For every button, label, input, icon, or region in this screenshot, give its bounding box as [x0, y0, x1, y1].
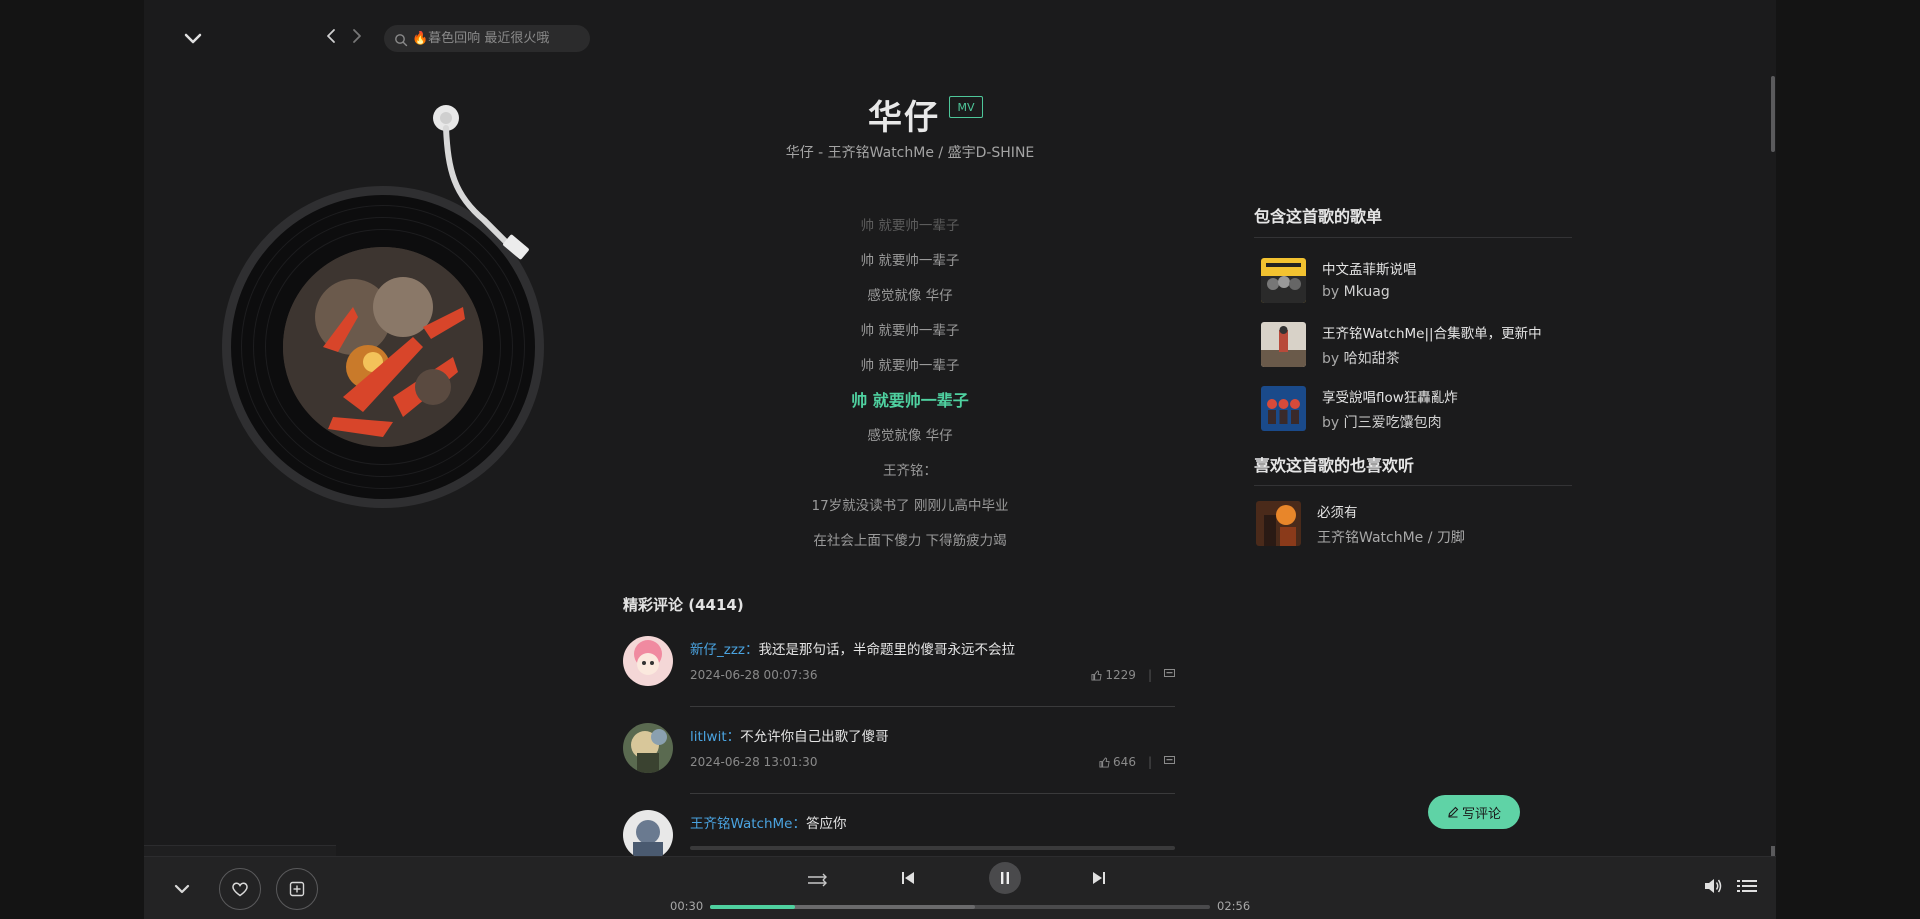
- action-divider: |: [1147, 668, 1152, 682]
- comment-text: 不允许你自己出歌了傻哥: [740, 729, 889, 745]
- playlist-author[interactable]: 门三爱吃馕包肉: [1344, 415, 1442, 431]
- comment-username[interactable]: 王齐铭WatchMe：: [690, 816, 806, 832]
- album-cover: [283, 247, 483, 447]
- playlist-author[interactable]: Mkuag: [1344, 284, 1390, 300]
- progress-fill: [710, 905, 795, 909]
- playlist-cover: [1261, 322, 1306, 367]
- lyric-line[interactable]: 帅 就要帅一辈子: [724, 215, 1096, 250]
- playlist-item[interactable]: 王齐铭WatchMe||合集歌单，更新中 by 哈如甜茶: [1261, 320, 1561, 368]
- lyric-line[interactable]: 王齐铭：: [724, 460, 1096, 495]
- song-title: 华仔: [868, 98, 940, 138]
- lyric-line[interactable]: 17岁就没读书了 刚刚儿高中毕业: [724, 495, 1096, 530]
- similar-title: 喜欢这首歌的也喜欢听: [1254, 456, 1415, 475]
- current-lyric-line[interactable]: 帅 就要帅一辈子: [724, 390, 1096, 425]
- write-comment-button[interactable]: 写评论: [1428, 795, 1520, 829]
- pause-button[interactable]: [989, 862, 1021, 894]
- comment-divider: [690, 706, 1175, 707]
- previous-track-icon[interactable]: [901, 871, 915, 885]
- pause-icon: [1001, 872, 1009, 884]
- by-prefix: by: [1322, 284, 1340, 300]
- pencil-icon: [1448, 806, 1459, 818]
- song-name: 必须有: [1317, 505, 1358, 521]
- search-box[interactable]: [384, 25, 590, 52]
- song-artist[interactable]: 王齐铭WatchMe / 刀脚: [1317, 527, 1465, 547]
- lyric-line[interactable]: 帅 就要帅一辈子: [724, 320, 1096, 355]
- current-time: 00:30: [670, 899, 704, 913]
- reply-icon[interactable]: [1164, 755, 1175, 769]
- playlist-queue-icon[interactable]: [1736, 877, 1758, 895]
- thumbs-up-icon: [1091, 669, 1103, 681]
- like-button[interactable]: 646: [1099, 755, 1136, 769]
- playlist-item[interactable]: 享受說唱flow狂轟亂炸 by 门三爱吃馕包肉: [1261, 384, 1561, 432]
- reply-icon[interactable]: [1164, 668, 1175, 682]
- like-count: 1229: [1105, 668, 1136, 682]
- avatar[interactable]: [623, 636, 673, 686]
- like-button[interactable]: 1229: [1091, 668, 1136, 682]
- collapse-chevron-icon[interactable]: [180, 26, 206, 50]
- player-bar: 00:30 02:56: [144, 856, 1776, 919]
- lyrics-panel: 帅 就要帅一辈子帅 就要帅一辈子 感觉就像 华仔帅 就要帅一辈子帅 就要帅一辈子帅…: [724, 215, 1096, 565]
- action-divider: |: [1147, 755, 1152, 769]
- heart-icon: [232, 882, 248, 897]
- lyric-line[interactable]: 感觉就像 华仔: [724, 425, 1096, 460]
- nav-back-icon[interactable]: [324, 26, 340, 46]
- lyric-line[interactable]: 帅 就要帅一辈子: [724, 250, 1096, 285]
- add-to-playlist-button[interactable]: [276, 868, 318, 910]
- thumbs-up-icon: [1099, 756, 1110, 768]
- similar-divider: [1254, 485, 1572, 486]
- by-prefix: by: [1322, 351, 1340, 367]
- search-icon: [394, 32, 408, 46]
- shuffle-icon[interactable]: [807, 872, 829, 888]
- comment-divider: [690, 846, 1175, 850]
- next-track-icon[interactable]: [1092, 871, 1106, 885]
- add-square-icon: [289, 881, 305, 897]
- vinyl-disc: [222, 186, 544, 508]
- scrollbar-thumb[interactable]: [1771, 76, 1775, 152]
- comment-text: 我还是那句话，半命题里的傻哥永远不会拉: [758, 642, 1016, 658]
- progress-bar[interactable]: [710, 905, 1210, 909]
- lyric-line[interactable]: 帅 就要帅一辈子: [724, 355, 1096, 390]
- total-time: 02:56: [1217, 899, 1251, 913]
- playlist-name: 王齐铭WatchMe||合集歌单，更新中: [1322, 326, 1542, 342]
- by-prefix: by: [1322, 415, 1340, 431]
- avatar[interactable]: [623, 723, 673, 773]
- comment-time: 2024-06-28 00:07:36: [690, 668, 818, 682]
- playlist-author-line: by Mkuag: [1322, 284, 1390, 300]
- search-input[interactable]: [412, 31, 582, 46]
- nav-forward-icon[interactable]: [349, 26, 365, 46]
- playlist-author-line: by 哈如甜茶: [1322, 348, 1400, 368]
- volume-icon[interactable]: [1703, 877, 1723, 895]
- lyric-line[interactable]: 在社会上面下傻力 下得筋疲力竭: [724, 530, 1096, 565]
- playlists-divider: [1254, 237, 1572, 238]
- playlist-cover: [1261, 386, 1306, 431]
- mv-badge[interactable]: MV: [949, 96, 983, 118]
- like-song-button[interactable]: [219, 868, 261, 910]
- chevron-down-icon[interactable]: [172, 879, 192, 899]
- comment-text: 答应你: [805, 816, 847, 832]
- like-count: 646: [1113, 755, 1136, 769]
- playlist-name: 中文孟菲斯说唱: [1322, 262, 1417, 278]
- playlist-name: 享受說唱flow狂轟亂炸: [1322, 390, 1458, 406]
- scrollbar-end: [1771, 846, 1775, 856]
- playlist-author[interactable]: 哈如甜茶: [1344, 351, 1400, 367]
- turntable: [222, 100, 582, 520]
- playlist-author-line: by 门三爱吃馕包肉: [1322, 412, 1442, 432]
- write-comment-label: 写评论: [1461, 806, 1501, 822]
- playlist-item[interactable]: 中文孟菲斯说唱 by Mkuag: [1261, 256, 1561, 304]
- lyric-line[interactable]: 感觉就像 华仔: [724, 285, 1096, 320]
- playlist-cover: [1261, 258, 1306, 303]
- comment-username[interactable]: 新仔_zzz：: [690, 642, 759, 658]
- song-artists[interactable]: 华仔 - 王齐铭WatchMe / 盛宇D-SHINE: [774, 142, 1046, 162]
- comments-title: 精彩评论 (4414): [623, 596, 744, 614]
- comment-username[interactable]: litlwit：: [690, 729, 740, 745]
- comment-divider: [690, 793, 1175, 794]
- similar-song-item[interactable]: 必须有 王齐铭WatchMe / 刀脚: [1256, 499, 1561, 547]
- avatar[interactable]: [623, 810, 673, 860]
- song-cover: [1256, 501, 1301, 546]
- comment-time: 2024-06-28 13:01:30: [690, 755, 818, 769]
- song-detail-page: 华仔 MV 华仔 - 王齐铭WatchMe / 盛宇D-SHINE 帅 就要帅一…: [144, 0, 1776, 919]
- playlists-title: 包含这首歌的歌单: [1254, 207, 1383, 226]
